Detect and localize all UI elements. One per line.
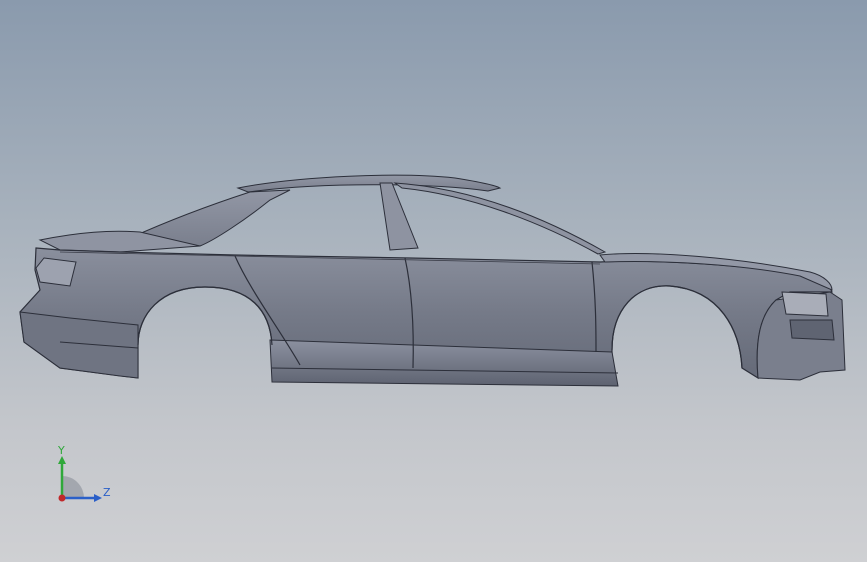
triad-plane-wedge [62, 476, 84, 498]
rear-light-recess [35, 257, 77, 287]
y-axis-label: Y [57, 444, 65, 457]
graphics-viewport[interactable]: Y Z [0, 0, 867, 562]
headlight-recess [781, 291, 829, 317]
roof-panel [236, 174, 502, 193]
z-axis-label: Z [103, 486, 111, 499]
b-pillar [379, 182, 419, 251]
reference-triad: Y Z [57, 444, 111, 502]
car-body-model[interactable] [0, 0, 867, 562]
a-pillar [393, 182, 607, 255]
x-axis-icon [58, 494, 66, 502]
grille-slot [789, 319, 835, 341]
